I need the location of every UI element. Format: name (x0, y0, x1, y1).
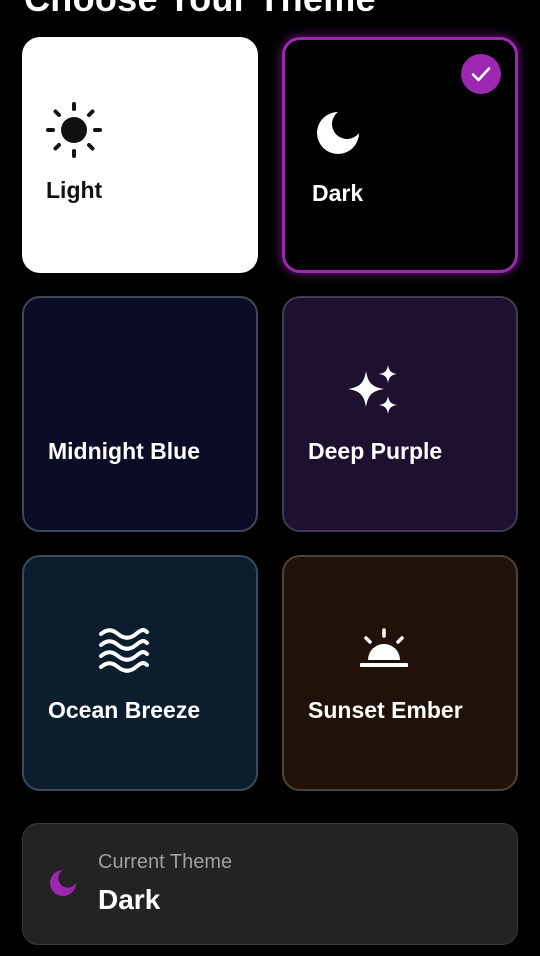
page-title: Choose Your Theme (24, 0, 376, 20)
moon-icon (49, 869, 77, 902)
current-theme-label: Current Theme (98, 851, 233, 873)
theme-card-sunset-ember[interactable]: Sunset Ember (282, 555, 518, 791)
theme-card-light[interactable]: Light (22, 37, 258, 273)
moon-icon (285, 98, 515, 168)
theme-card-label: Deep Purple (308, 438, 443, 464)
check-icon (461, 54, 501, 94)
theme-card-midnight-blue[interactable]: Midnight Blue (22, 296, 258, 532)
crescent-moon-icon (24, 356, 256, 426)
theme-grid: Light Dark Midnight Blue Deep Purple Oce… (22, 37, 518, 791)
current-theme-panel: Current Theme Dark (22, 823, 518, 945)
current-theme-value: Dark (98, 884, 161, 915)
theme-card-dark[interactable]: Dark (282, 37, 518, 273)
theme-card-deep-purple[interactable]: Deep Purple (282, 296, 518, 532)
theme-card-label: Light (46, 177, 103, 203)
theme-card-label: Midnight Blue (48, 438, 201, 464)
sunset-icon (284, 615, 516, 685)
theme-card-label: Ocean Breeze (48, 697, 201, 723)
theme-card-label: Sunset Ember (308, 697, 463, 723)
sun-icon (22, 95, 258, 165)
theme-card-ocean-breeze[interactable]: Ocean Breeze (22, 555, 258, 791)
waves-icon (24, 615, 256, 685)
sparkles-icon (284, 356, 516, 426)
theme-card-label: Dark (312, 180, 364, 206)
